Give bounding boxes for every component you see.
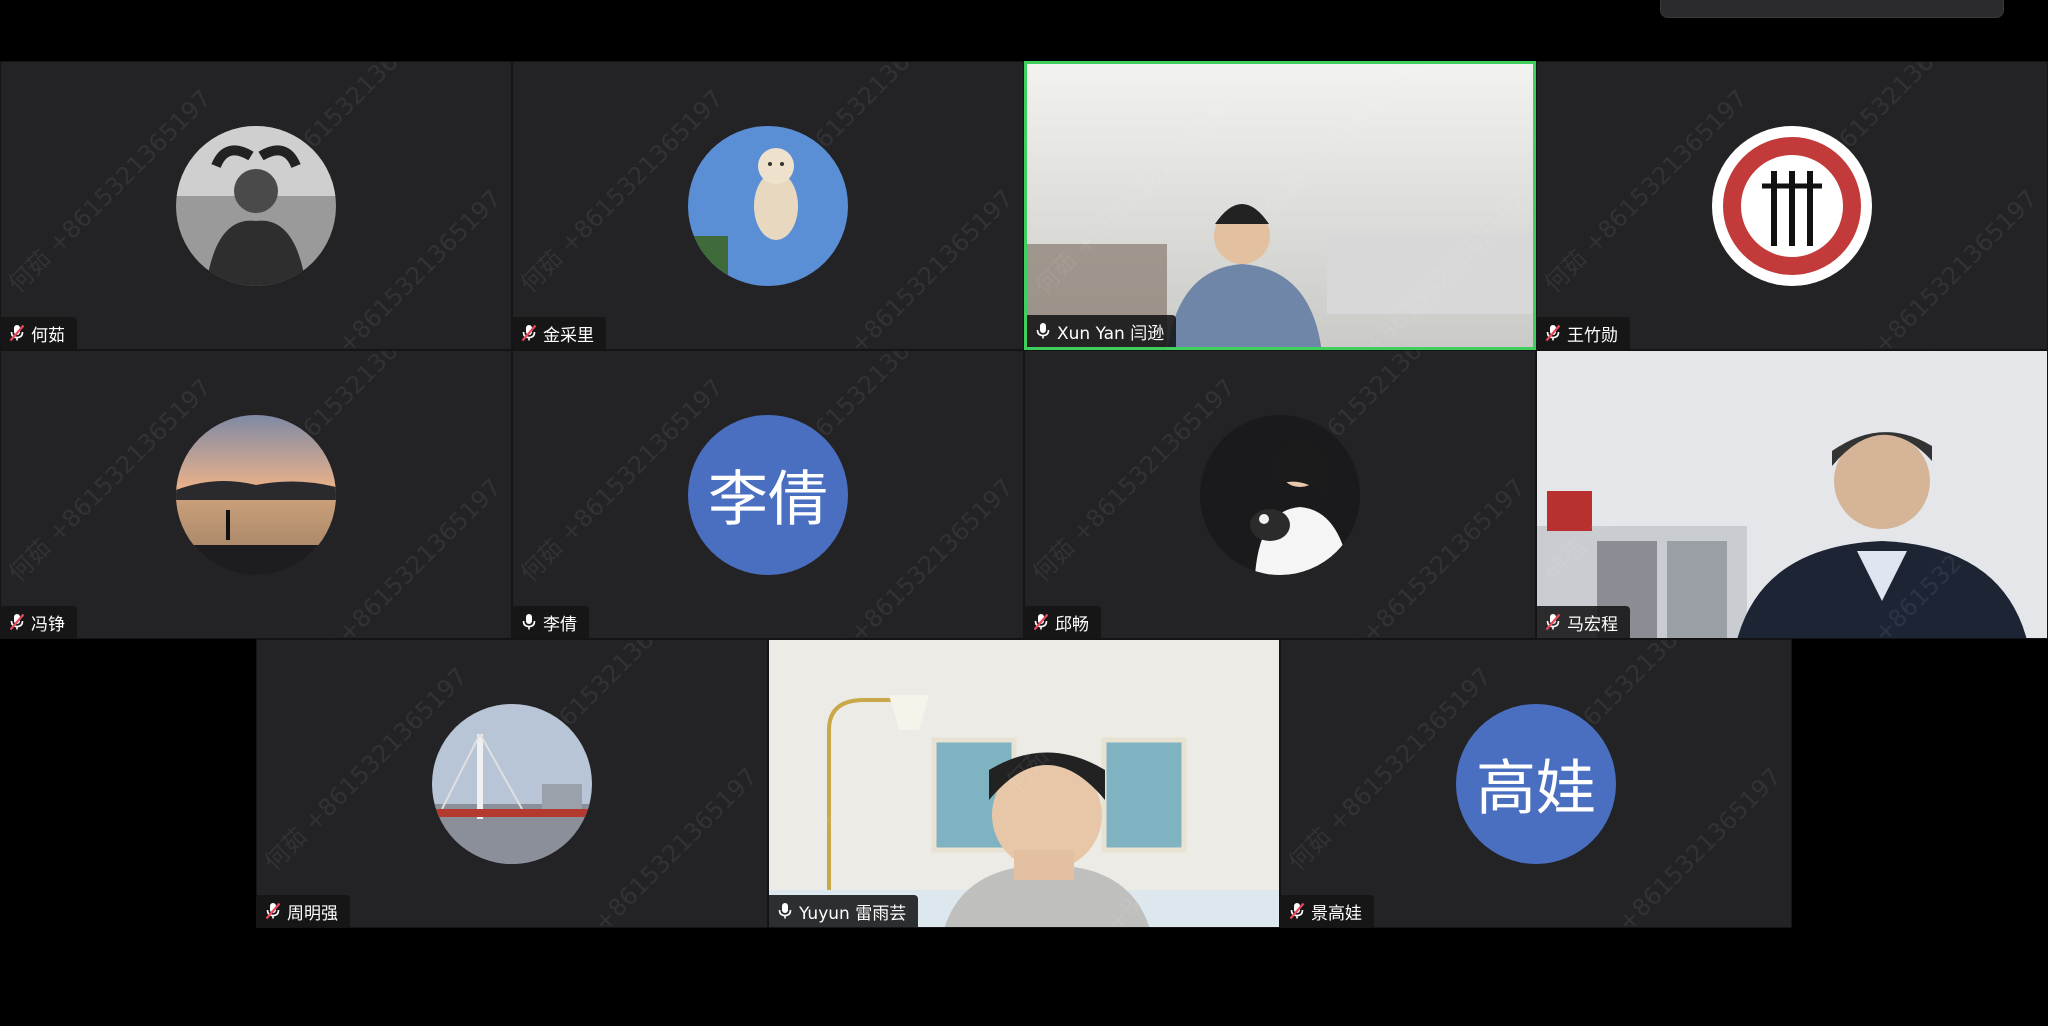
initials-avatar: 李倩	[688, 414, 848, 575]
participant-tile-2[interactable]: 何茹 +8615321365197 何茹 +8615321365197 何茹 +86…	[512, 61, 1024, 350]
dog-photo-icon	[688, 125, 848, 286]
avatar-initials: 高娃	[1476, 754, 1596, 824]
sunset-photo-icon	[176, 414, 336, 575]
participant-tile-1[interactable]: 何茹 +8615321365197 何茹 +8615321365197 何茹 +86…	[0, 61, 512, 350]
participant-name: 何茹	[31, 325, 65, 346]
nametag: Yuyun 雷雨芸	[769, 895, 919, 927]
top-toolbar-edge[interactable]	[1660, 0, 2004, 18]
participant-name: 金采里	[543, 325, 594, 346]
video-feed	[1027, 64, 1533, 347]
mic-muted-icon[interactable]	[1545, 613, 1561, 631]
nametag: 何茹	[1, 317, 77, 349]
nametag: 冯铮	[1, 606, 77, 638]
nametag: 李倩	[513, 606, 589, 638]
mic-muted-icon[interactable]	[9, 324, 25, 342]
participant-tile-9[interactable]: 何茹 +8615321365197 何茹 +8615321365197 何茹 +86…	[256, 639, 768, 928]
video-feed	[769, 640, 1279, 927]
video-feed	[1537, 351, 2047, 638]
nametag: 邱畅	[1025, 606, 1101, 638]
participant-name: Xun Yan 闫逊	[1057, 323, 1165, 344]
mic-muted-icon[interactable]	[265, 902, 281, 920]
bridge-photo-icon	[432, 703, 592, 864]
mic-muted-icon[interactable]	[521, 324, 537, 342]
person-photo-icon	[176, 125, 336, 286]
participant-tile-7[interactable]: 何茹 +8615321365197 何茹 +8615321365197 何茹 +86…	[1024, 350, 1536, 639]
participant-tile-11[interactable]: 何茹 +8615321365197 何茹 +8615321365197 何茹 +86…	[1280, 639, 1792, 928]
mic-on-icon[interactable]	[521, 613, 537, 631]
participant-name: 马宏程	[1567, 614, 1618, 635]
mic-muted-icon[interactable]	[1033, 613, 1049, 631]
video-gallery: 何茹 +8615321365197 何茹 +8615321365197 何茹 +86…	[0, 0, 2048, 1026]
nametag: Xun Yan 闫逊	[1027, 315, 1177, 347]
participant-tile-5[interactable]: 何茹 +8615321365197 何茹 +8615321365197 何茹 +86…	[0, 350, 512, 639]
nametag: 马宏程	[1537, 606, 1630, 638]
participant-name: 邱畅	[1055, 614, 1089, 635]
participant-name: 王竹勋	[1567, 325, 1618, 346]
portrait-photo-icon	[1200, 414, 1360, 575]
participant-name: 冯铮	[31, 614, 65, 635]
participant-tile-10[interactable]: 何茹 +8615321365197何茹 +8615321365197何茹 +86…	[768, 639, 1280, 928]
avatar-initials: 李倩	[708, 465, 828, 535]
participant-tile-3-active-speaker[interactable]: 何茹 +8615321365197何茹 +8615321365197何茹 +86…	[1024, 61, 1536, 350]
nametag: 景高娃	[1281, 895, 1374, 927]
logo-photo-icon	[1712, 125, 1872, 286]
participant-name: Yuyun 雷雨芸	[799, 903, 907, 924]
initials-avatar: 高娃	[1456, 703, 1616, 864]
nametag: 金采里	[513, 317, 606, 349]
participant-name: 景高娃	[1311, 903, 1362, 924]
mic-muted-icon[interactable]	[1289, 902, 1305, 920]
participant-tile-8[interactable]: 何茹 +8615321365197何茹 +8615321365197何茹 +86…	[1536, 350, 2048, 639]
mic-muted-icon[interactable]	[1545, 324, 1561, 342]
mic-muted-icon[interactable]	[9, 613, 25, 631]
nametag: 王竹勋	[1537, 317, 1630, 349]
mic-on-icon[interactable]	[777, 902, 793, 920]
nametag: 周明强	[257, 895, 350, 927]
participant-name: 李倩	[543, 614, 577, 635]
participant-name: 周明强	[287, 903, 338, 924]
mic-on-icon[interactable]	[1035, 322, 1051, 340]
participant-tile-6[interactable]: 何茹 +8615321365197 何茹 +8615321365197 何茹 +86…	[512, 350, 1024, 639]
participant-tile-4[interactable]: 何茹 +8615321365197 何茹 +8615321365197 何茹 +86…	[1536, 61, 2048, 350]
